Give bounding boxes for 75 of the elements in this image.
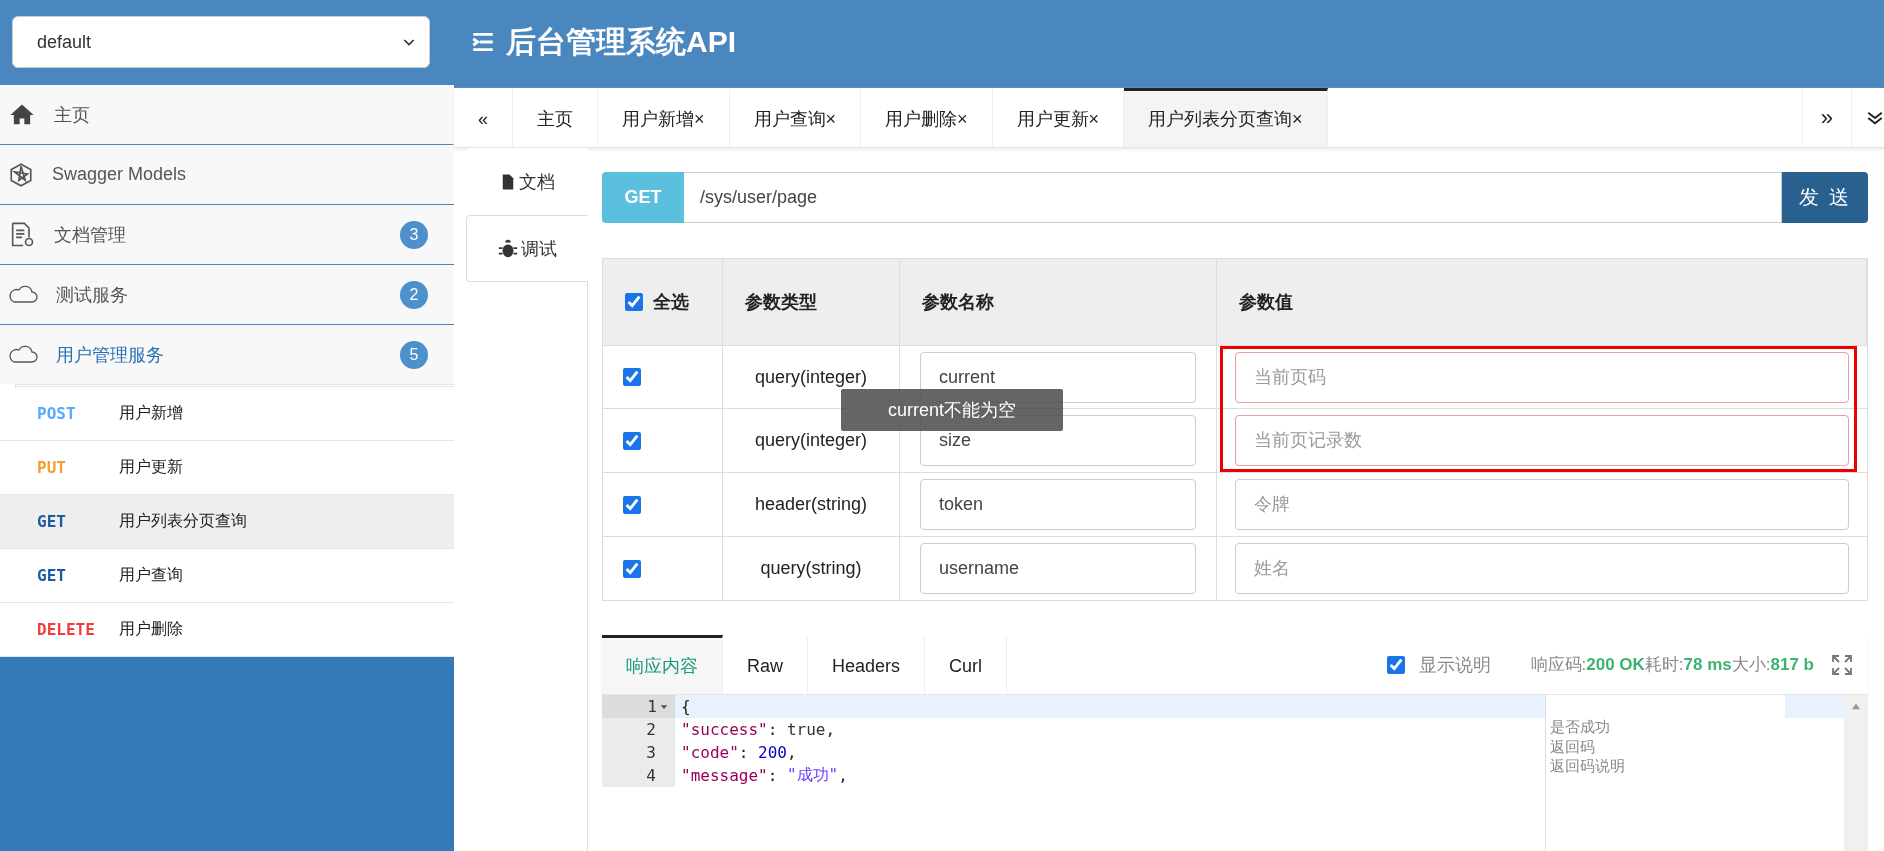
sidebar-item[interactable]: 文档管理 3 <box>0 204 454 264</box>
group-select[interactable]: default <box>12 16 430 68</box>
select-all-checkbox[interactable] <box>625 293 643 311</box>
row-checkbox[interactable] <box>623 495 641 514</box>
sidebar-item[interactable]: 测试服务 2 <box>0 264 454 324</box>
field-note: 返回码 <box>1550 737 1595 755</box>
api-item[interactable]: PUT 用户更新 <box>0 441 454 495</box>
code-line: "success": true, <box>681 719 836 741</box>
line-number: 2 <box>602 718 675 741</box>
api-item[interactable]: GET 用户查询 <box>0 549 454 603</box>
line-number: 4 <box>602 764 675 787</box>
checkbox-label: 显示说明 <box>1418 653 1491 677</box>
api-item[interactable]: GET 用户列表分页查询 <box>0 495 454 549</box>
param-type: query(integer) <box>754 366 868 388</box>
scroll-right-button[interactable]: » <box>1801 88 1851 147</box>
line-number: 1 <box>602 695 675 718</box>
stat-value: 200 OK <box>1586 654 1645 675</box>
error-toast: current不能为空 <box>841 389 1063 431</box>
sidebar-item[interactable]: 主页 <box>0 84 454 144</box>
param-type: query(integer) <box>754 430 868 451</box>
api-item[interactable]: POST 用户新增 <box>0 387 454 441</box>
param-type: header(string) <box>754 494 868 515</box>
page-tab[interactable]: 用户更新× <box>992 88 1125 147</box>
url-field[interactable]: /sys/user/page <box>684 172 1782 223</box>
stat-value: 817 b <box>1770 654 1814 675</box>
count-badge: 3 <box>400 220 428 249</box>
page-tab[interactable]: 用户列表分页查询× <box>1124 88 1328 147</box>
page-tab[interactable]: 用户新增× <box>598 88 730 147</box>
send-button[interactable]: 发 送 <box>1782 172 1868 223</box>
fullscreen-icon <box>1830 652 1854 677</box>
method-tag: GET <box>602 172 684 223</box>
cloud-icon <box>8 343 38 366</box>
scroll-left-button[interactable]: « <box>454 88 513 147</box>
line-number: 3 <box>602 741 675 764</box>
scroll-up-icon <box>1850 701 1862 711</box>
column-header: 参数名称 <box>900 259 1217 345</box>
param-type: query(string) <box>760 558 862 579</box>
response-tab[interactable]: Curl <box>925 635 1008 694</box>
field-note: 是否成功 <box>1550 718 1610 735</box>
side-tab[interactable]: 调试 <box>466 215 588 282</box>
column-header: 全选 <box>653 291 689 314</box>
response-tab[interactable]: Headers <box>808 635 926 694</box>
count-badge: 2 <box>400 280 428 309</box>
code-line: "message": "成功", <box>681 764 848 787</box>
page-tab[interactable]: 用户查询× <box>729 88 862 147</box>
sidebar-item[interactable]: Swagger Models <box>0 144 454 204</box>
param-value-field[interactable]: 当前页码 <box>1235 351 1849 403</box>
row-checkbox[interactable] <box>623 431 641 450</box>
param-value-field[interactable]: 当前页记录数 <box>1235 415 1849 466</box>
column-header: 参数值 <box>1217 259 1867 345</box>
stat-value: 78 ms <box>1683 654 1732 675</box>
param-name-field[interactable]: username <box>920 543 1196 594</box>
stat-label: 耗时: <box>1644 654 1684 676</box>
stat-label: 大小: <box>1731 654 1771 676</box>
page-tab[interactable]: 用户删除× <box>861 88 993 147</box>
stat-label: 响应码: <box>1530 654 1587 676</box>
bug-icon <box>497 237 519 260</box>
sidebar-item[interactable]: 用户管理服务 5 <box>0 324 454 384</box>
row-checkbox[interactable] <box>623 368 641 386</box>
hexagon-icon <box>8 161 34 188</box>
cloud-icon <box>8 283 38 306</box>
param-value-field[interactable]: 姓名 <box>1235 543 1849 594</box>
response-tab[interactable]: Raw <box>723 635 808 694</box>
api-item[interactable]: DELETE 用户删除 <box>0 603 454 657</box>
code-line: { <box>681 696 691 718</box>
notes-checkbox[interactable] <box>1386 655 1405 674</box>
page-tab[interactable]: 主页 <box>513 88 598 147</box>
app-title: 后台管理系统API <box>506 23 736 60</box>
column-header: 参数类型 <box>723 259 900 345</box>
param-name-field[interactable]: token <box>920 479 1196 530</box>
field-note: 返回码说明 <box>1550 757 1625 774</box>
code-line: "code": 200, <box>681 742 797 764</box>
row-checkbox[interactable] <box>623 559 641 578</box>
count-badge: 5 <box>400 340 428 369</box>
param-value-field[interactable]: 令牌 <box>1235 479 1849 530</box>
